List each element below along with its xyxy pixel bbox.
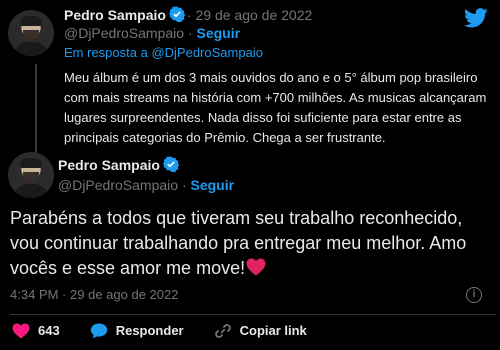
info-icon[interactable]: i — [466, 287, 482, 303]
thread-connector — [35, 64, 37, 154]
separator: · — [62, 287, 67, 302]
reply-handle-link[interactable]: @DjPedroSampaio — [151, 45, 262, 60]
parent-tweet-text: Meu álbum é um dos 3 mais ouvidos do ano… — [64, 70, 487, 145]
heart-icon — [12, 323, 30, 339]
tweet-date: 29 de ago de 2022 — [70, 287, 179, 302]
tweet-time: 4:34 PM — [10, 287, 59, 302]
avatar[interactable] — [8, 152, 54, 198]
like-button[interactable]: 643 — [12, 322, 60, 340]
verified-badge-icon — [168, 6, 185, 22]
reply-button[interactable]: Responder — [90, 322, 184, 340]
follow-button[interactable]: Seguir — [191, 177, 235, 193]
divider — [10, 314, 496, 315]
twitter-bird-icon[interactable] — [464, 8, 488, 28]
author-name[interactable]: Pedro Sampaio — [64, 7, 166, 23]
red-heart-emoji-icon — [246, 258, 266, 276]
tweet-date[interactable]: 29 de ago de 2022 — [195, 7, 312, 23]
copy-link-label: Copiar link — [239, 323, 307, 338]
parent-tweet-header: Pedro Sampaio · 29 de ago de 2022 — [64, 6, 312, 24]
reply-prefix: Em resposta a — [64, 45, 148, 60]
follow-button[interactable]: Seguir — [197, 25, 241, 41]
reply-label: Responder — [115, 323, 184, 338]
author-name[interactable]: Pedro Sampaio — [58, 157, 160, 173]
tweet-actions: 643 Responder Copiar link — [12, 322, 337, 340]
avatar[interactable] — [8, 10, 54, 56]
separator: · — [187, 25, 193, 41]
main-tweet-text: Parabéns a todos que tiveram seu trabalh… — [10, 208, 467, 278]
reply-context: Em resposta a @DjPedroSampaio — [64, 44, 263, 62]
author-handle[interactable]: @DjPedroSampaio — [64, 25, 184, 41]
verified-badge-icon — [162, 156, 179, 172]
like-count: 643 — [38, 323, 60, 338]
copy-link-button[interactable]: Copiar link — [214, 322, 307, 340]
link-icon — [214, 324, 231, 338]
author-handle-row: @DjPedroSampaio · Seguir — [64, 24, 240, 42]
speech-bubble-icon — [90, 323, 107, 339]
separator: · — [181, 177, 187, 193]
separator: · — [186, 7, 192, 23]
main-tweet-text-block: Parabéns a todos que tiveram seu trabalh… — [10, 206, 496, 281]
author-handle[interactable]: @DjPedroSampaio — [58, 177, 178, 193]
tweet-timestamp[interactable]: 4:34 PM · 29 de ago de 2022 — [10, 286, 178, 304]
author-handle-row: @DjPedroSampaio · Seguir — [58, 176, 234, 194]
main-tweet-header: Pedro Sampaio — [58, 156, 181, 174]
